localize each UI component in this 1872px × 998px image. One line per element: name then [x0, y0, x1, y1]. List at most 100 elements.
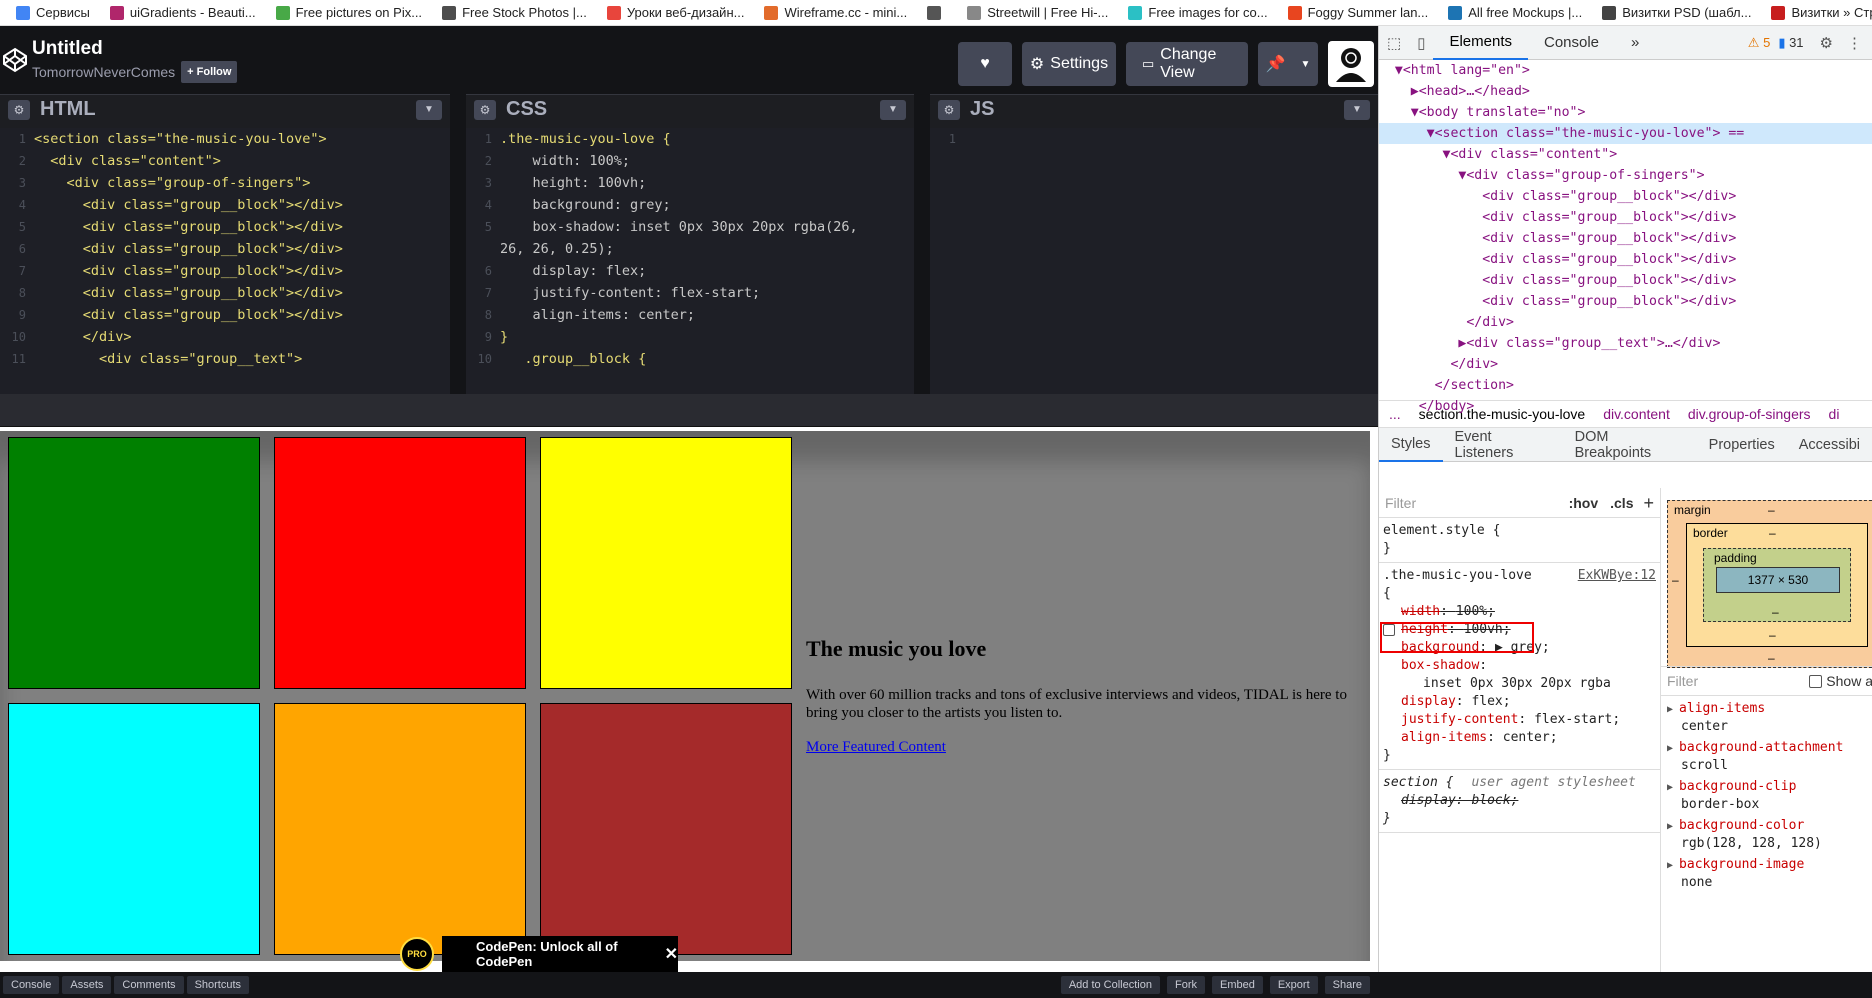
js-code[interactable]: 1 [930, 128, 1378, 394]
subtab-event-listeners[interactable]: Event Listeners [1443, 429, 1563, 461]
device-toolbar-icon[interactable]: ▯ [1409, 34, 1433, 52]
kebab-menu-icon[interactable]: ⋮ [1847, 34, 1862, 52]
footer-comments-button[interactable]: Comments [114, 976, 184, 994]
bookmark-item[interactable]: Free Stock Photos |... [442, 5, 587, 20]
css-declaration[interactable]: width: 100%; [1383, 603, 1656, 621]
html-code[interactable]: 1 <section class="the-music-you-love"> 2 <… [0, 128, 450, 394]
hov-toggle[interactable]: :hov [1569, 494, 1599, 512]
bookmark-item[interactable]: Streetwill | Free Hi-... [967, 5, 1108, 20]
css-declaration[interactable]: inset 0px 30px 20px rgba [1383, 675, 1656, 693]
dom-node[interactable]: ▶<div class="group__text">…</div> [1379, 333, 1872, 354]
dom-node[interactable]: <div class="group__block"></div> [1379, 291, 1872, 312]
tab-console[interactable]: Console [1528, 26, 1615, 60]
dom-node[interactable]: ▼<section class="the-music-you-love"> == [1379, 123, 1872, 144]
tab-elements[interactable]: Elements [1433, 26, 1528, 60]
html-settings-gear-icon[interactable]: ⚙ [8, 99, 30, 120]
bookmark-item[interactable]: Сервисы [16, 5, 90, 20]
computed-property[interactable]: ▶ background-attachment scroll [1661, 737, 1872, 776]
bookmark-item[interactable]: All free Mockups |... [1448, 5, 1582, 20]
styles-filter-input[interactable]: Filter [1385, 494, 1569, 512]
css-collapse-chevron-icon[interactable]: ▼ [880, 99, 906, 120]
expand-arrow-icon[interactable]: ▶ [1667, 860, 1679, 871]
change-view-button[interactable]: ▭ Change View [1126, 42, 1248, 86]
pen-author[interactable]: TomorrowNeverComes [32, 62, 175, 82]
codepen-logo-icon[interactable] [2, 47, 28, 73]
bookmark-item[interactable]: Free pictures on Pix... [275, 5, 422, 20]
dom-node[interactable]: ▼<html lang="en"> [1379, 60, 1872, 81]
dom-node[interactable]: ▼<div class="content"> [1379, 144, 1872, 165]
promo-banner[interactable]: CodePen: Unlock all of CodePen ✕ [442, 936, 678, 972]
footer-embed-button[interactable]: Embed [1211, 976, 1263, 994]
html-collapse-chevron-icon[interactable]: ▼ [416, 99, 442, 120]
footer-share-button[interactable]: Share [1324, 976, 1370, 994]
css-settings-gear-icon[interactable]: ⚙ [474, 99, 496, 120]
editor-resize-bar[interactable] [0, 394, 1378, 427]
dom-node[interactable]: ▶<head>…</head> [1379, 81, 1872, 102]
dom-node[interactable]: ▼<div class="group-of-singers"> [1379, 165, 1872, 186]
computed-filter-input[interactable]: Filter [1667, 673, 1809, 689]
dom-node[interactable]: <div class="group__block"></div> [1379, 207, 1872, 228]
show-all-checkbox[interactable] [1809, 674, 1823, 688]
bookmark-item[interactable]: Foggy Summer lan... [1287, 5, 1428, 20]
expand-arrow-icon[interactable]: ▶ [1667, 704, 1679, 715]
dom-node[interactable]: ▼<body translate="no"> [1379, 102, 1872, 123]
computed-property[interactable]: ▶ background-color rgb(128, 128, 128) [1661, 815, 1872, 854]
js-collapse-chevron-icon[interactable]: ▼ [1344, 99, 1370, 120]
css-declaration[interactable]: justify-content: flex-start; [1383, 711, 1656, 729]
footer-add-to-collection-button[interactable]: Add to Collection [1060, 976, 1160, 994]
pen-title[interactable]: Untitled [32, 37, 237, 61]
follow-button[interactable]: + Follow [181, 61, 238, 83]
computed-property[interactable]: ▶ align-items center [1661, 698, 1872, 737]
footer-export-button[interactable]: Export [1269, 976, 1318, 994]
css-declaration[interactable]: display: flex; [1383, 693, 1656, 711]
close-icon[interactable]: ✕ [665, 944, 678, 964]
subtab-dom-breakpoints[interactable]: DOM Breakpoints [1563, 429, 1697, 461]
dom-tree[interactable]: ▼<html lang="en"> ▶<head>…</head> ▼<body… [1379, 60, 1872, 414]
bookmark-item[interactable]: Wireframe.cc - mini... [764, 5, 907, 20]
footer-shortcuts-button[interactable]: Shortcuts [186, 976, 250, 994]
dom-node[interactable]: <div class="group__block"></div> [1379, 186, 1872, 207]
subtab-styles[interactable]: Styles [1379, 428, 1443, 462]
expand-arrow-icon[interactable]: ▶ [1667, 743, 1679, 754]
footer-fork-button[interactable]: Fork [1166, 976, 1205, 994]
cls-toggle[interactable]: .cls [1610, 494, 1633, 512]
message-icon[interactable]: ▮ 31 [1778, 35, 1803, 51]
heart-button[interactable]: ♥ [958, 42, 1012, 86]
js-settings-gear-icon[interactable]: ⚙ [938, 99, 960, 120]
dom-node[interactable]: <div class="group__block"></div> [1379, 270, 1872, 291]
featured-content-link[interactable]: More Featured Content [806, 739, 946, 755]
expand-arrow-icon[interactable]: ▶ [1667, 782, 1679, 793]
dom-node[interactable]: <div class="group__block"></div> [1379, 228, 1872, 249]
subtab-accessibi[interactable]: Accessibi [1787, 437, 1872, 453]
footer-assets-button[interactable]: Assets [62, 976, 112, 994]
settings-button[interactable]: ⚙ Settings [1022, 42, 1116, 86]
bookmark-item[interactable]: uiGradients - Beauti... [109, 5, 256, 20]
rule-source-link[interactable]: ExKWBye:12 [1578, 567, 1656, 585]
css-declaration[interactable]: box-shadow: [1383, 657, 1656, 675]
tab-more[interactable]: » [1615, 26, 1655, 60]
user-avatar[interactable] [1328, 41, 1374, 87]
footer-console-button[interactable]: Console [3, 976, 60, 994]
dom-node[interactable]: </section> [1379, 375, 1872, 396]
add-rule-icon[interactable]: + [1643, 494, 1654, 512]
pin-button[interactable]: 📌 ▼ [1258, 42, 1318, 86]
bookmark-item[interactable]: Free images for co... [1128, 5, 1268, 20]
box-model[interactable]: margin – – – border – – padding – 1377 ×… [1667, 500, 1872, 668]
computed-property[interactable]: ▶ background-clip border-box [1661, 776, 1872, 815]
computed-property[interactable]: ▶ background-image none [1661, 854, 1872, 893]
gear-icon[interactable]: ⚙ [1820, 34, 1833, 52]
bookmark-item[interactable]: Уроки веб-дизайн... [606, 5, 744, 20]
bookmark-item[interactable]: Визитки » Страниц... [1771, 5, 1872, 20]
css-declaration[interactable]: align-items: center; [1383, 729, 1656, 747]
warning-icon[interactable]: ⚠ 5 [1748, 35, 1771, 51]
expand-arrow-icon[interactable]: ▶ [1667, 821, 1679, 832]
dom-node[interactable]: <div class="group__block"></div> [1379, 249, 1872, 270]
bookmark-item[interactable] [927, 5, 947, 20]
bookmark-item[interactable]: Визитки PSD (шабл... [1602, 5, 1751, 20]
dom-node[interactable]: </div> [1379, 312, 1872, 333]
subtab-properties[interactable]: Properties [1697, 437, 1787, 453]
inspect-element-icon[interactable]: ⬚ [1379, 34, 1409, 52]
dom-node[interactable]: </div> [1379, 354, 1872, 375]
css-code[interactable]: 1 .the-music-you-love {2 width: 100%; 3 he… [466, 128, 914, 394]
dom-node[interactable]: </body> [1379, 396, 1872, 417]
